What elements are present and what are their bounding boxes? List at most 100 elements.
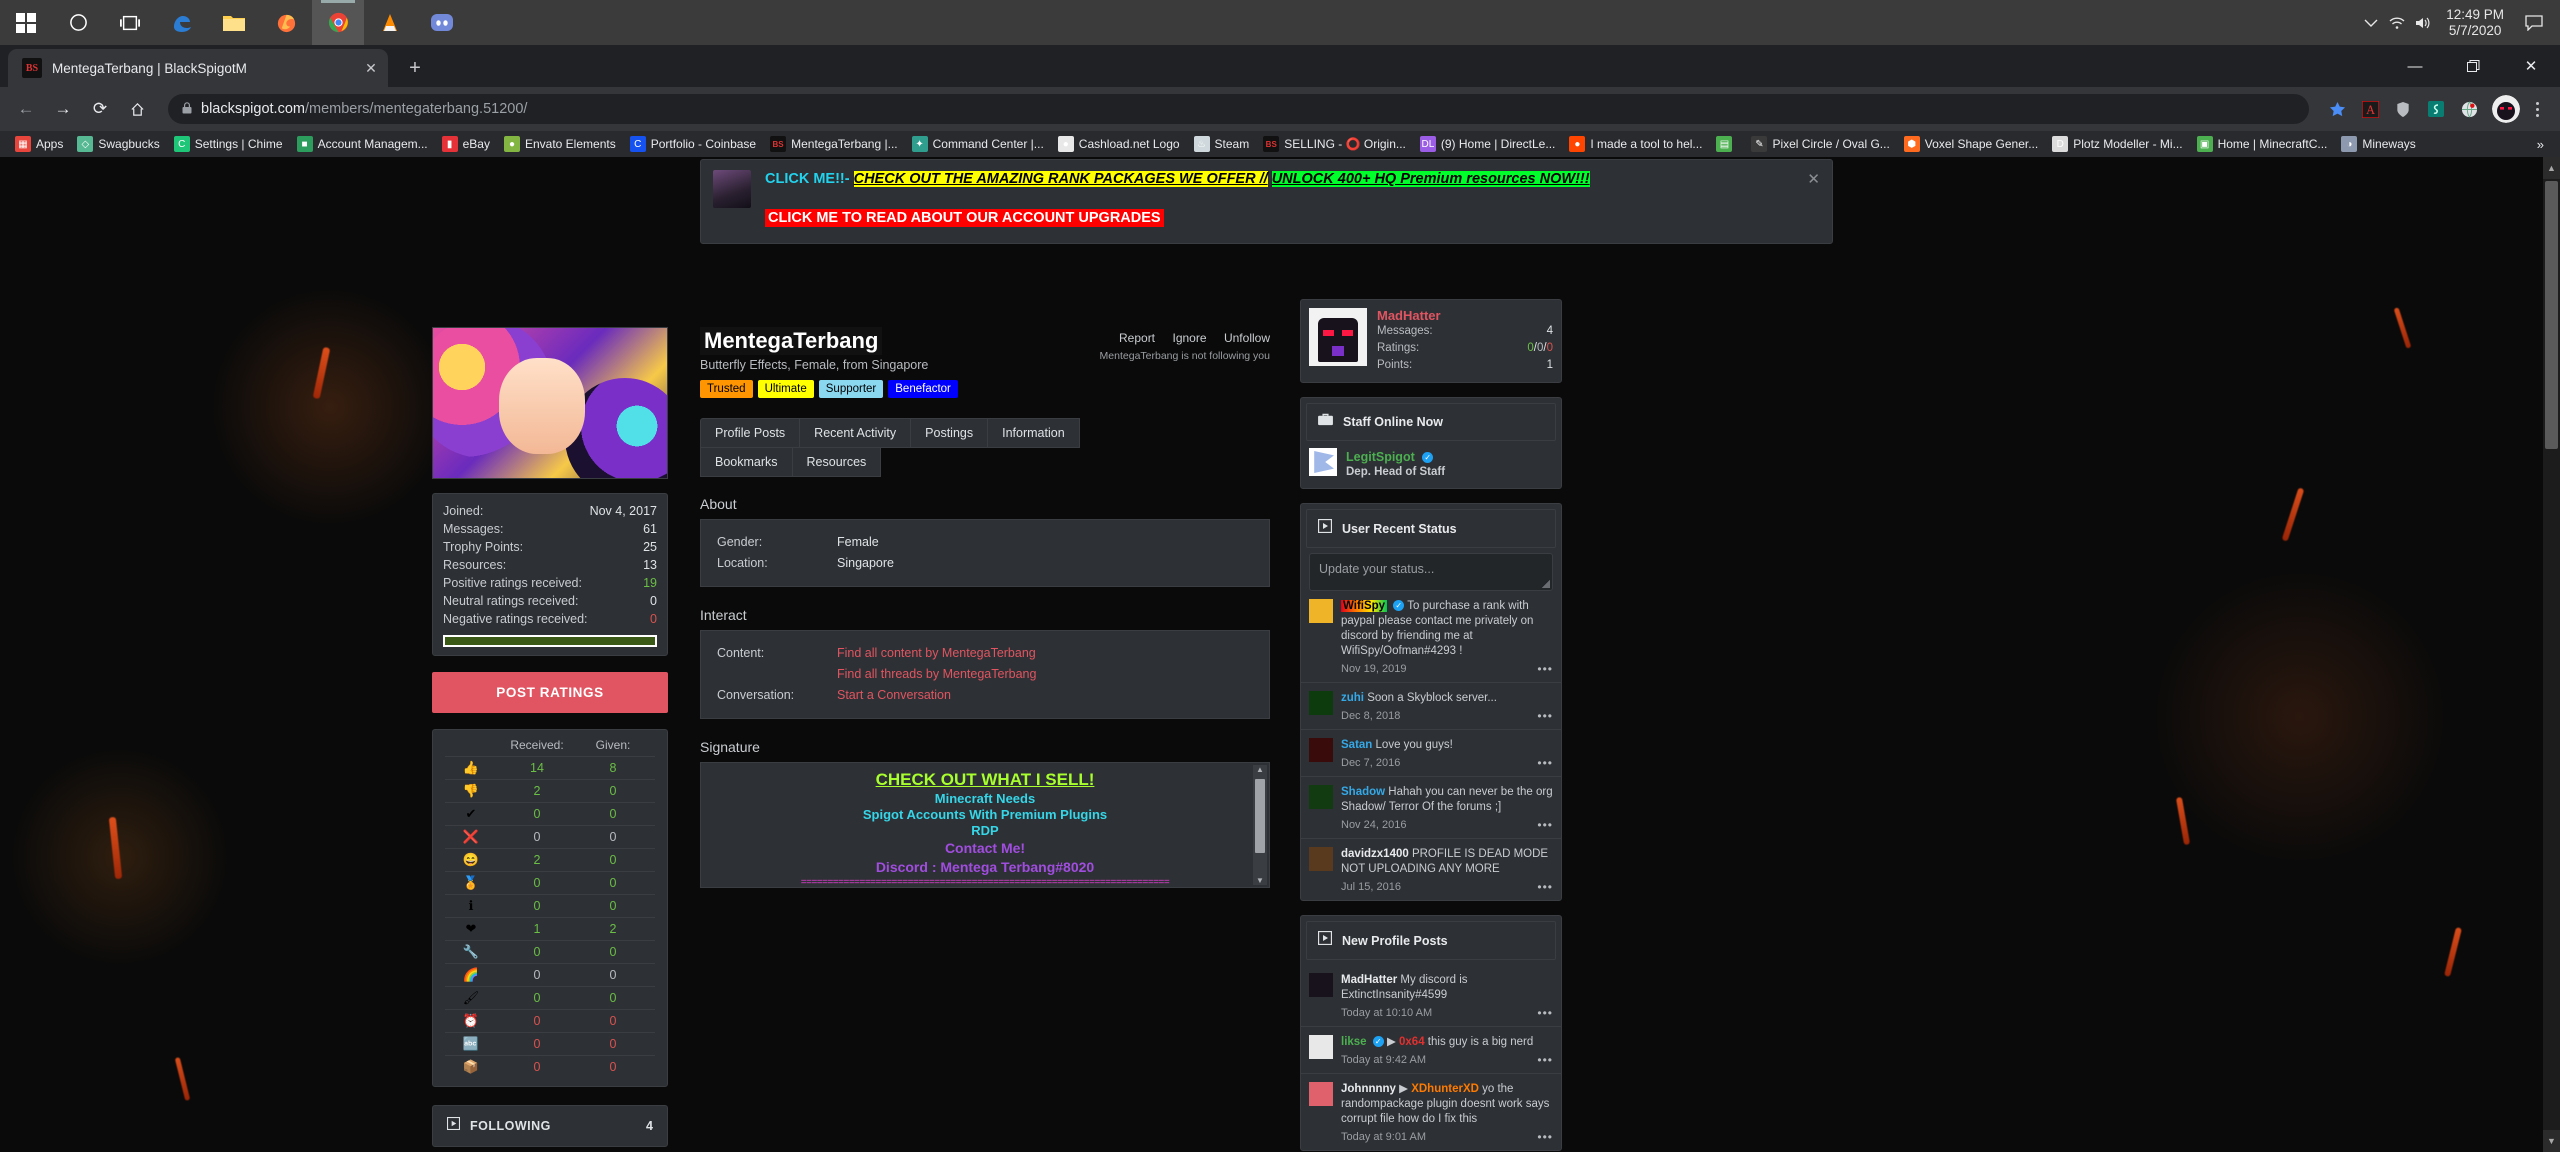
maximize-button[interactable]	[2444, 45, 2502, 87]
find-all-content-link[interactable]: Find all content by MentegaTerbang	[837, 643, 1036, 664]
profile-avatar-icon[interactable]	[2492, 95, 2520, 123]
taskbar-clock[interactable]: 12:49 PM 5/7/2020	[2436, 7, 2514, 39]
announcement-green-text[interactable]: UNLOCK 400+ HQ Premium resources NOW!!!	[1271, 171, 1590, 187]
avatar[interactable]	[1309, 599, 1333, 623]
close-button[interactable]: ✕	[2502, 45, 2560, 87]
signature-scroll-thumb[interactable]	[1255, 779, 1265, 853]
tab-information[interactable]: Information	[987, 418, 1080, 448]
page-scroll-thumb[interactable]	[2545, 181, 2558, 449]
avatar[interactable]	[1309, 785, 1333, 809]
star-bookmark-icon[interactable]	[2322, 94, 2352, 124]
bookmark-item[interactable]: C Settings | Chime	[167, 133, 290, 155]
bookmark-item[interactable]: ● Cashload.net Logo	[1051, 133, 1187, 155]
announcement-close-icon[interactable]: ✕	[1807, 170, 1820, 227]
bookmark-item[interactable]: ✦ Command Center |...	[905, 133, 1051, 155]
bookmark-item[interactable]: ◇ Swagbucks	[70, 133, 166, 155]
ignore-link[interactable]: Ignore	[1172, 331, 1206, 345]
post-options-icon[interactable]: •••	[1537, 1053, 1553, 1067]
profile-avatar-image[interactable]	[432, 327, 668, 479]
bookmark-item[interactable]: ▣ Home | MinecraftC...	[2190, 133, 2335, 155]
avatar[interactable]	[1309, 1035, 1333, 1059]
post-options-icon[interactable]: •••	[1537, 880, 1553, 894]
post-options-icon[interactable]: •••	[1537, 756, 1553, 770]
discord-icon[interactable]	[416, 0, 468, 45]
staff-member-name[interactable]: LegitSpigot	[1346, 450, 1415, 464]
edge-icon[interactable]	[156, 0, 208, 45]
avatar[interactable]	[1309, 691, 1333, 715]
forward-button[interactable]: →	[47, 93, 79, 125]
visitor-name[interactable]: MadHatter	[1377, 308, 1553, 323]
find-all-threads-link[interactable]: Find all threads by MentegaTerbang	[837, 664, 1036, 685]
bookmark-item[interactable]: BS SELLING - ⭕ Origin...	[1256, 133, 1413, 155]
tab-close-icon[interactable]: ✕	[360, 57, 382, 79]
bookmark-item[interactable]: ▤	[1709, 133, 1744, 155]
bookmarks-overflow-button[interactable]: »	[2529, 137, 2552, 152]
action-center-icon[interactable]	[2514, 0, 2554, 45]
session-buddy-icon[interactable]	[2421, 94, 2451, 124]
avatar[interactable]	[1309, 1082, 1333, 1106]
post-author[interactable]: Johnnnny	[1341, 1083, 1396, 1095]
bookmark-item[interactable]: ⬢ Voxel Shape Gener...	[1897, 133, 2045, 155]
post-author[interactable]: zuhi	[1341, 692, 1364, 704]
tab-bookmarks[interactable]: Bookmarks	[700, 447, 793, 477]
tab-resources[interactable]: Resources	[791, 447, 882, 477]
shield-icon[interactable]	[2388, 94, 2418, 124]
globe-icon[interactable]	[2454, 94, 2484, 124]
status-badge[interactable]: Benefactor	[888, 380, 958, 398]
post-options-icon[interactable]: •••	[1537, 1006, 1553, 1020]
home-button[interactable]	[121, 93, 153, 125]
browser-tab[interactable]: BS MentegaTerbang | BlackSpigotM ✕	[8, 49, 388, 87]
new-tab-button[interactable]: +	[398, 51, 432, 85]
avatar[interactable]	[1309, 738, 1333, 762]
post-target-user[interactable]: XDhunterXD	[1411, 1083, 1479, 1095]
bookmark-item[interactable]: ♨ Steam	[1187, 133, 1257, 155]
following-panel[interactable]: FOLLOWING 4	[432, 1105, 668, 1147]
bookmark-item[interactable]: ▦ Apps	[8, 133, 70, 155]
signature-title[interactable]: CHECK OUT WHAT I SELL!	[713, 769, 1257, 791]
post-target-user[interactable]: 0x64	[1399, 1036, 1425, 1048]
chevron-up-icon[interactable]	[2358, 0, 2384, 45]
post-options-icon[interactable]: •••	[1537, 1130, 1553, 1144]
post-author[interactable]: WifiSpy	[1341, 600, 1388, 612]
post-author[interactable]: MadHatter	[1341, 974, 1397, 986]
wifi-icon[interactable]	[2384, 0, 2410, 45]
tab-profile-posts[interactable]: Profile Posts	[700, 418, 801, 448]
cortana-circle-icon[interactable]	[52, 0, 104, 45]
chrome-menu-icon[interactable]	[2524, 94, 2550, 124]
avatar[interactable]	[1309, 973, 1333, 997]
unfollow-link[interactable]: Unfollow	[1224, 331, 1270, 345]
chrome-taskbar-icon[interactable]	[312, 0, 364, 45]
bookmark-item[interactable]: D Plotz Modeller - Mi...	[2045, 133, 2189, 155]
windows-start-icon[interactable]	[0, 0, 52, 45]
address-bar[interactable]: blackspigot.com/members/mentegaterbang.5…	[168, 94, 2309, 124]
scroll-up-icon[interactable]: ▲	[2543, 157, 2560, 179]
post-author[interactable]: Shadow	[1341, 786, 1385, 798]
page-scrollbar[interactable]: ▲ ▼	[2543, 157, 2560, 1152]
file-explorer-icon[interactable]	[208, 0, 260, 45]
start-conversation-link[interactable]: Start a Conversation	[837, 685, 951, 706]
vlc-icon[interactable]	[364, 0, 416, 45]
bookmark-item[interactable]: ● I made a tool to hel...	[1562, 133, 1709, 155]
post-ratings-button[interactable]: POST RATINGS	[432, 672, 668, 713]
avatar[interactable]	[1309, 847, 1333, 871]
scroll-up-icon[interactable]: ▲	[1256, 765, 1264, 774]
bookmark-item[interactable]: ◑ Mineways	[2334, 133, 2422, 155]
visitor-avatar[interactable]	[1309, 308, 1367, 366]
status-input[interactable]: Update your status...	[1309, 553, 1553, 591]
reload-button[interactable]: ⟳	[84, 93, 116, 125]
status-badge[interactable]: Trusted	[700, 380, 753, 398]
bookmark-item[interactable]: C Portfolio - Coinbase	[623, 133, 763, 155]
account-upgrades-link[interactable]: CLICK ME TO READ ABOUT OUR ACCOUNT UPGRA…	[765, 209, 1164, 227]
status-badge[interactable]: Supporter	[818, 380, 884, 398]
post-options-icon[interactable]: •••	[1537, 818, 1553, 832]
bookmark-item[interactable]: ✎ Pixel Circle / Oval G...	[1744, 133, 1896, 155]
post-author[interactable]: likse	[1341, 1036, 1367, 1048]
firefox-icon[interactable]	[260, 0, 312, 45]
task-view-icon[interactable]	[104, 0, 156, 45]
status-badge[interactable]: Ultimate	[757, 380, 814, 398]
post-options-icon[interactable]: •••	[1537, 709, 1553, 723]
tab-postings[interactable]: Postings	[910, 418, 989, 448]
scroll-down-icon[interactable]: ▼	[1256, 876, 1264, 885]
scroll-down-icon[interactable]: ▼	[2543, 1130, 2560, 1152]
announcement-yellow-text[interactable]: CHECK OUT THE AMAZING RANK PACKAGES WE O…	[853, 171, 1268, 187]
